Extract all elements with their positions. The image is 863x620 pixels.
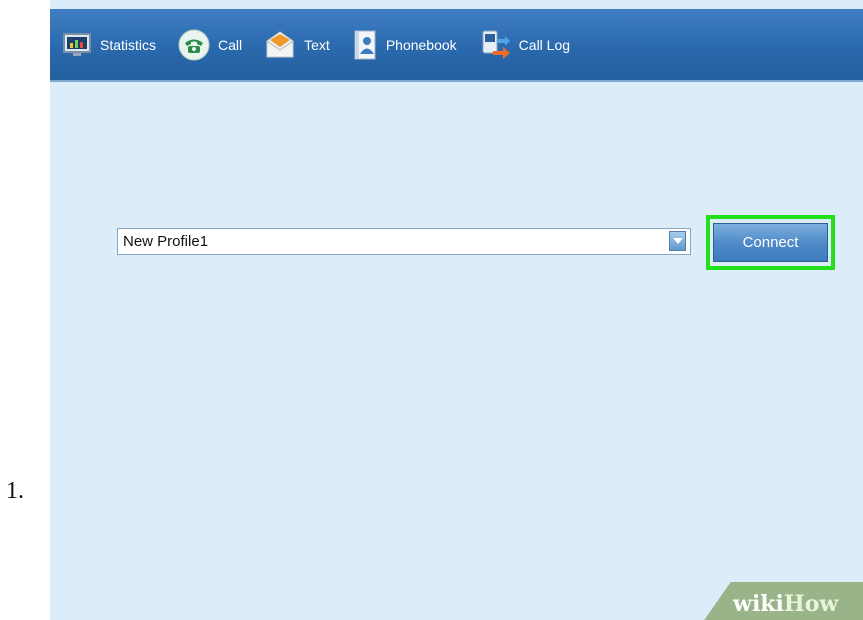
watermark-text-wiki: wiki: [733, 591, 784, 617]
chevron-down-icon: [673, 238, 683, 244]
toolbar-label: Phonebook: [385, 36, 457, 53]
toolbar-item-phonebook[interactable]: Phonebook: [352, 25, 457, 65]
toolbar-item-call-log[interactable]: Call Log: [479, 25, 570, 65]
toolbar-item-call[interactable]: Call: [178, 25, 242, 65]
app-window: Statistics Call Text Phonebook Call Log …: [50, 0, 863, 620]
contact-book-icon: [352, 29, 378, 61]
envelope-icon: [264, 30, 296, 60]
statistics-monitor-icon: [62, 32, 92, 58]
wikihow-watermark: wikiHow: [733, 591, 838, 617]
phone-icon: [178, 29, 210, 61]
toolbar: Statistics Call Text Phonebook Call Log: [50, 9, 863, 82]
step-number: 1.: [6, 478, 24, 504]
toolbar-item-statistics[interactable]: Statistics: [62, 25, 156, 65]
profile-select-value: New Profile1: [123, 233, 209, 250]
toolbar-item-text[interactable]: Text: [264, 25, 330, 65]
call-log-icon: [479, 29, 511, 61]
profile-select[interactable]: New Profile1: [117, 228, 691, 255]
toolbar-label: Text: [304, 36, 330, 53]
connect-button[interactable]: Connect: [713, 223, 828, 262]
profile-dropdown-button[interactable]: [669, 231, 686, 251]
watermark-text-how: How: [783, 591, 839, 617]
toolbar-label: Call: [218, 36, 243, 53]
toolbar-label: Call Log: [518, 36, 571, 53]
toolbar-label: Statistics: [100, 36, 157, 53]
